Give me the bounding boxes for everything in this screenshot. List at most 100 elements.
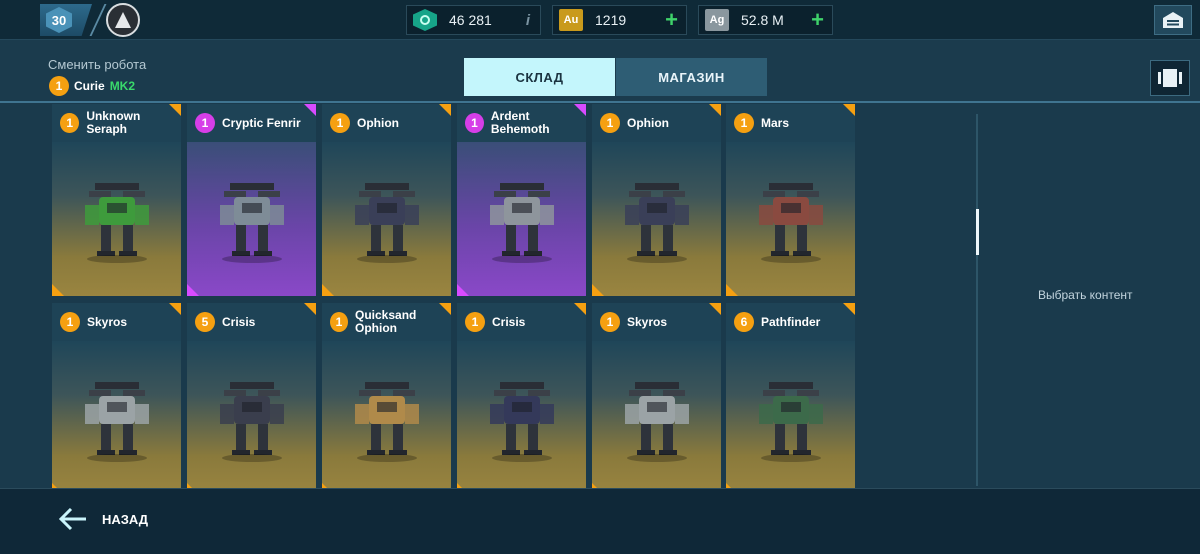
robot-name: Ardent Behemoth	[490, 109, 550, 136]
robot-preview	[457, 341, 586, 495]
silver-value: 52.8 M	[741, 12, 784, 28]
tab-shop[interactable]: МАГАЗИН	[616, 58, 767, 96]
robot-card[interactable]: 1 Ardent Behemoth	[457, 104, 586, 296]
robot-preview	[457, 142, 586, 296]
keys-value: 46 281	[449, 12, 492, 28]
rarity-corner	[709, 303, 721, 315]
robot-preview	[322, 142, 451, 296]
robot-card-header: 1 Ophion	[322, 104, 451, 142]
robot-level-badge: 1	[600, 312, 620, 332]
robot-preview	[592, 142, 721, 296]
robot-card-header: 1 Quicksand Ophion	[322, 303, 451, 341]
robot-image	[354, 382, 419, 462]
robot-card[interactable]: 1 Skyros	[52, 303, 181, 495]
robot-card[interactable]: 1 Skyros	[592, 303, 721, 495]
robot-preview	[52, 142, 181, 296]
robot-card-header: 6 Pathfinder	[726, 303, 855, 341]
rarity-corner	[304, 104, 316, 116]
change-robot-label[interactable]: Сменить робота	[48, 57, 146, 72]
robot-preview	[726, 142, 855, 296]
robot-image	[489, 183, 554, 263]
robot-card[interactable]: 6 Pathfinder	[726, 303, 855, 495]
key-icon	[413, 9, 437, 31]
robot-card[interactable]: 1 Quicksand Ophion	[322, 303, 451, 495]
robot-preview	[726, 341, 855, 495]
add-silver-button[interactable]: +	[811, 9, 824, 31]
hangar-icon	[1163, 12, 1183, 28]
robot-card-header: 1 Cryptic Fenrir	[187, 104, 316, 142]
rarity-corner	[304, 303, 316, 315]
current-robot-level: 1	[49, 76, 69, 96]
robot-level-badge: 1	[60, 312, 80, 332]
robot-card[interactable]: 1 Cryptic Fenrir	[187, 104, 316, 296]
robot-name: Crisis	[222, 314, 256, 329]
rarity-corner	[457, 284, 469, 296]
robot-card[interactable]: 1 Ophion	[592, 104, 721, 296]
robot-card-header: 5 Crisis	[187, 303, 316, 341]
rarity-corner	[439, 303, 451, 315]
hangar-button[interactable]	[1154, 5, 1192, 35]
robot-level-badge: 1	[330, 113, 350, 133]
robot-card-header: 1 Skyros	[52, 303, 181, 341]
robot-image	[489, 382, 554, 462]
player-level-badge[interactable]: 30	[40, 4, 92, 36]
rarity-corner	[322, 284, 334, 296]
robot-level-badge: 1	[330, 312, 348, 332]
gold-value: 1219	[595, 12, 627, 28]
robot-name: Ophion	[357, 115, 399, 130]
rarity-corner	[187, 284, 199, 296]
robot-name: Crisis	[492, 314, 526, 329]
robot-image	[758, 183, 823, 263]
arrow-left-icon	[58, 507, 86, 531]
info-icon[interactable]: i	[526, 12, 530, 29]
rarity-corner	[709, 104, 721, 116]
scroll-track	[976, 114, 978, 486]
robot-level-badge: 1	[465, 312, 485, 332]
robot-card[interactable]: 5 Crisis	[187, 303, 316, 495]
layout-toggle-button[interactable]	[1150, 60, 1190, 96]
robot-preview	[52, 341, 181, 495]
tab-storage[interactable]: СКЛАД	[464, 58, 615, 96]
back-button[interactable]: НАЗАД	[58, 507, 148, 531]
robot-grid: 1 Unknown Seraph 1 Cryptic Fenrir 1 Ophion 1 Ar…	[52, 104, 856, 495]
robot-name: Ophion	[627, 115, 669, 130]
rarity-corner	[592, 284, 604, 296]
keys-resource[interactable]: 46 281 i	[406, 5, 541, 35]
robot-level-badge: 1	[60, 113, 80, 133]
robot-level-badge: 1	[734, 113, 754, 133]
rarity-corner	[52, 284, 64, 296]
robot-image	[758, 382, 823, 462]
robot-image	[624, 183, 689, 263]
robot-name: Skyros	[87, 314, 128, 329]
current-robot-name: Curie	[74, 79, 105, 93]
robot-card[interactable]: 1 Mars	[726, 104, 855, 296]
rarity-corner	[574, 303, 586, 315]
gold-resource[interactable]: Au 1219 +	[552, 5, 687, 35]
current-robot[interactable]: 1 Curie MK2	[49, 76, 135, 96]
robot-name: Unknown Seraph	[86, 109, 141, 136]
robot-level-badge: 1	[600, 113, 620, 133]
cards-layout-icon	[1158, 69, 1182, 87]
robot-card[interactable]: 1 Ophion	[322, 104, 451, 296]
robot-image	[84, 183, 149, 263]
robot-card-header: 1 Mars	[726, 104, 855, 142]
robot-preview	[187, 142, 316, 296]
robot-card-header: 1 Crisis	[457, 303, 586, 341]
player-level: 30	[46, 7, 72, 33]
rarity-corner	[169, 303, 181, 315]
robot-level-badge: 1	[465, 113, 484, 133]
silver-resource[interactable]: Ag 52.8 M +	[698, 5, 833, 35]
league-icon[interactable]	[106, 3, 140, 37]
rarity-corner	[843, 104, 855, 116]
add-gold-button[interactable]: +	[665, 9, 678, 31]
scrollbar[interactable]	[976, 209, 979, 255]
robot-level-badge: 5	[195, 312, 215, 332]
robot-preview	[187, 341, 316, 495]
robot-card[interactable]: 1 Unknown Seraph	[52, 104, 181, 296]
robot-card-header: 1 Skyros	[592, 303, 721, 341]
robot-level-badge: 6	[734, 312, 754, 332]
robot-card-header: 1 Ophion	[592, 104, 721, 142]
robot-image	[219, 183, 284, 263]
robot-card-header: 1 Ardent Behemoth	[457, 104, 586, 142]
robot-card[interactable]: 1 Crisis	[457, 303, 586, 495]
